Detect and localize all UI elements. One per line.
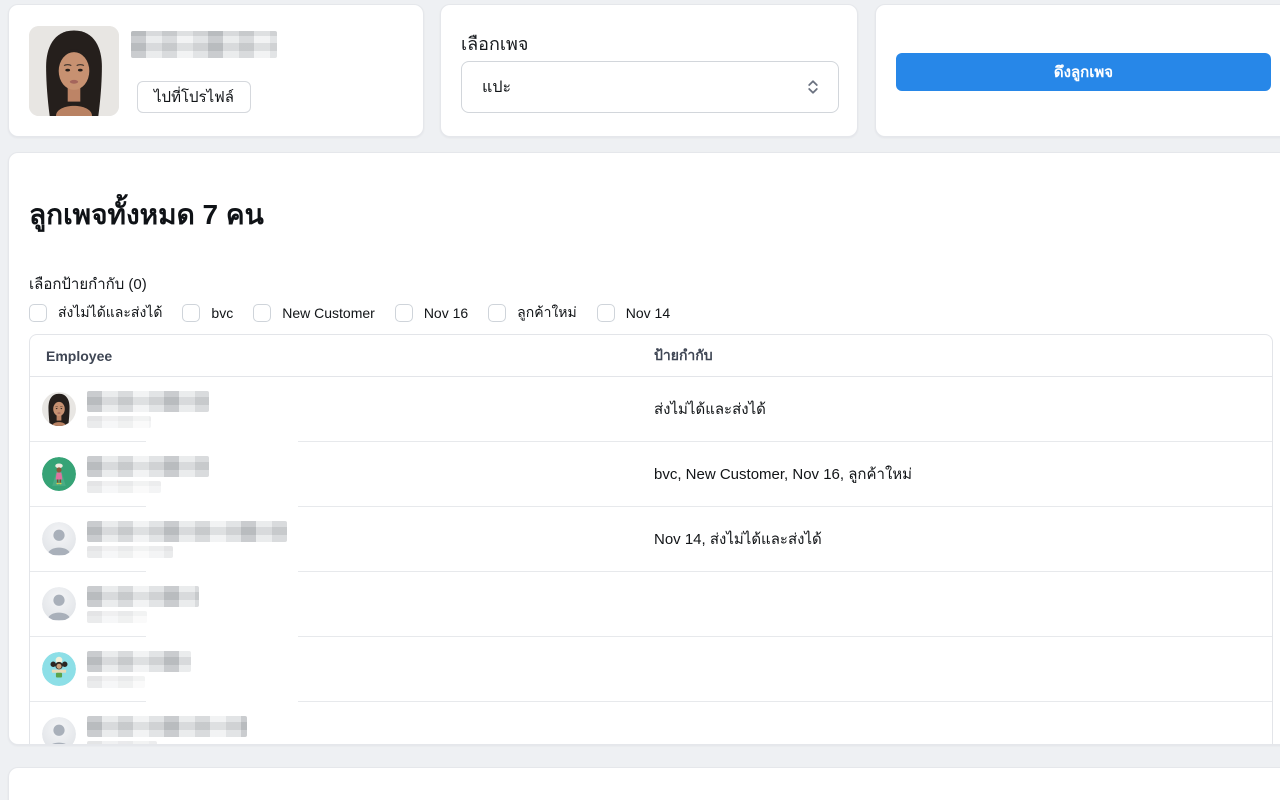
filter-label: Nov 16 bbox=[424, 305, 468, 321]
checkbox-icon[interactable] bbox=[29, 304, 47, 322]
employee-cell bbox=[30, 456, 654, 493]
blurred-profile-name bbox=[131, 31, 277, 58]
default-person-avatar bbox=[42, 587, 76, 621]
followers-card: ลูกเพจทั้งหมด 7 คน เลือกป้ายกำกับ (0) ส่… bbox=[8, 152, 1280, 745]
blurred-employee-name bbox=[87, 521, 287, 558]
labels-cell: ส่งไม่ได้และส่งได้ bbox=[654, 397, 1272, 421]
employee-cell bbox=[30, 521, 654, 558]
filter-label: Nov 14 bbox=[626, 305, 670, 321]
profile-avatar bbox=[29, 26, 119, 116]
labels-cell: Nov 14, ส่งไม่ได้และส่งได้ bbox=[654, 527, 1272, 551]
filter-label: New Customer bbox=[282, 305, 375, 321]
employee-cell bbox=[30, 651, 654, 688]
column-header-labels: ป้ายกำกับ bbox=[654, 345, 1272, 367]
label-filter-caption: เลือกป้ายกำกับ (0) bbox=[29, 272, 147, 296]
checkbox-icon[interactable] bbox=[253, 304, 271, 322]
column-header-employee: Employee bbox=[30, 348, 654, 364]
blurred-employee-name bbox=[87, 651, 191, 688]
filter-item[interactable]: bvc bbox=[182, 304, 233, 322]
filter-label: bvc bbox=[211, 305, 233, 321]
page-select-label: เลือกเพจ bbox=[461, 29, 528, 58]
table-header: Employee ป้ายกำกับ bbox=[30, 335, 1272, 377]
default-person-avatar bbox=[42, 522, 76, 556]
checkbox-icon[interactable] bbox=[395, 304, 413, 322]
labels-cell: bvc, New Customer, Nov 16, ลูกค้าใหม่ bbox=[654, 462, 1272, 486]
page: ไปที่โปรไฟล์ เลือกเพจ แปะ ดึงลูกเพจ ลูกเ… bbox=[0, 0, 1280, 800]
filter-item[interactable]: New Customer bbox=[253, 304, 375, 322]
page-select-dropdown[interactable]: แปะ bbox=[461, 61, 839, 113]
employee-cell bbox=[30, 586, 654, 623]
teal-cartoon-avatar bbox=[42, 652, 76, 686]
chevron-up-down-icon bbox=[806, 77, 820, 97]
blurred-employee-name bbox=[87, 716, 247, 746]
blurred-employee-name bbox=[87, 586, 199, 623]
checkbox-icon[interactable] bbox=[488, 304, 506, 322]
filter-item[interactable]: ส่งไม่ได้และส่งได้ bbox=[29, 302, 162, 324]
pull-followers-button[interactable]: ดึงลูกเพจ bbox=[896, 53, 1271, 91]
selected-page-value: แปะ bbox=[482, 75, 511, 100]
followers-title: ลูกเพจทั้งหมด 7 คน bbox=[29, 193, 264, 237]
filter-item[interactable]: ลูกค้าใหม่ bbox=[488, 302, 577, 324]
checkbox-icon[interactable] bbox=[182, 304, 200, 322]
woman-photo-avatar bbox=[42, 392, 76, 426]
label-filter-row: ส่งไม่ได้และส่งได้ bvc New Customer Nov … bbox=[29, 301, 670, 325]
filter-label: ลูกค้าใหม่ bbox=[517, 302, 577, 324]
go-to-profile-button[interactable]: ไปที่โปรไฟล์ bbox=[137, 81, 251, 113]
profile-card: ไปที่โปรไฟล์ bbox=[8, 4, 424, 137]
action-card: ดึงลูกเพจ bbox=[875, 4, 1280, 137]
table-row[interactable]: ส่งไม่ได้และส่งได้ bbox=[30, 377, 1272, 442]
employee-cell bbox=[30, 716, 654, 746]
checkbox-icon[interactable] bbox=[597, 304, 615, 322]
page-select-card: เลือกเพจ แปะ bbox=[440, 4, 858, 137]
filter-item[interactable]: Nov 16 bbox=[395, 304, 468, 322]
blurred-employee-name bbox=[87, 456, 209, 493]
blurred-employee-name bbox=[87, 391, 209, 428]
filter-item[interactable]: Nov 14 bbox=[597, 304, 670, 322]
next-section-card bbox=[8, 767, 1280, 800]
employee-cell bbox=[30, 391, 654, 428]
green-cartoon-avatar bbox=[42, 457, 76, 491]
default-person-avatar bbox=[42, 717, 76, 745]
filter-label: ส่งไม่ได้และส่งได้ bbox=[58, 302, 162, 324]
